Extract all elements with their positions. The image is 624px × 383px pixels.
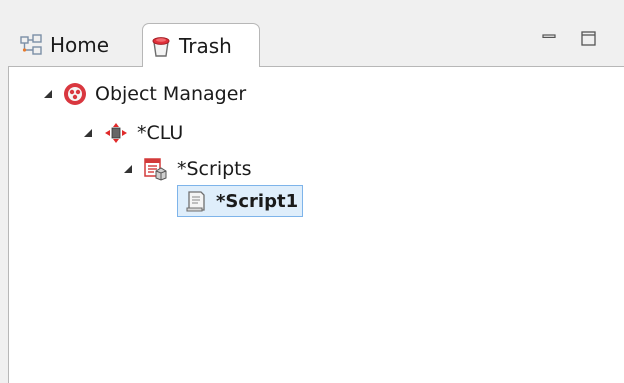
scripts-icon: [143, 157, 169, 181]
minimize-icon: [541, 31, 557, 51]
expand-arrow-icon[interactable]: [123, 164, 133, 174]
object-manager-icon: [63, 82, 87, 106]
tree-item-clu[interactable]: *CLU: [83, 118, 183, 148]
tree-item-label: *Script1: [216, 190, 299, 212]
tree-item-scripts[interactable]: *Scripts: [123, 154, 252, 184]
maximize-button[interactable]: [578, 30, 600, 52]
trash-icon: [149, 34, 173, 58]
tree-item-label: *Scripts: [177, 158, 252, 180]
tree-item-object-manager[interactable]: Object Manager: [43, 79, 246, 109]
tab-home[interactable]: Home: [14, 24, 142, 66]
tree-item-script1[interactable]: *Script1: [177, 185, 304, 217]
home-icon: [20, 34, 44, 56]
object-tree-panel: Object Manager *CLU *Scripts *Script1: [8, 66, 624, 383]
tab-trash-label: Trash: [179, 33, 232, 58]
expand-arrow-icon[interactable]: [83, 128, 93, 138]
tree-item-label: Object Manager: [95, 83, 247, 105]
expand-arrow-icon[interactable]: [43, 89, 53, 99]
tab-home-label: Home: [50, 33, 110, 57]
maximize-icon: [580, 30, 598, 52]
minimize-button[interactable]: [538, 30, 560, 52]
script-file-icon: [184, 189, 208, 213]
tab-bar: Home Trash: [0, 0, 624, 68]
tab-trash[interactable]: Trash: [142, 23, 260, 67]
tree-item-label: *CLU: [137, 122, 184, 144]
clu-icon: [103, 122, 129, 144]
editor-view: Home Trash Object Manager *CLU *Scripts …: [0, 0, 624, 383]
